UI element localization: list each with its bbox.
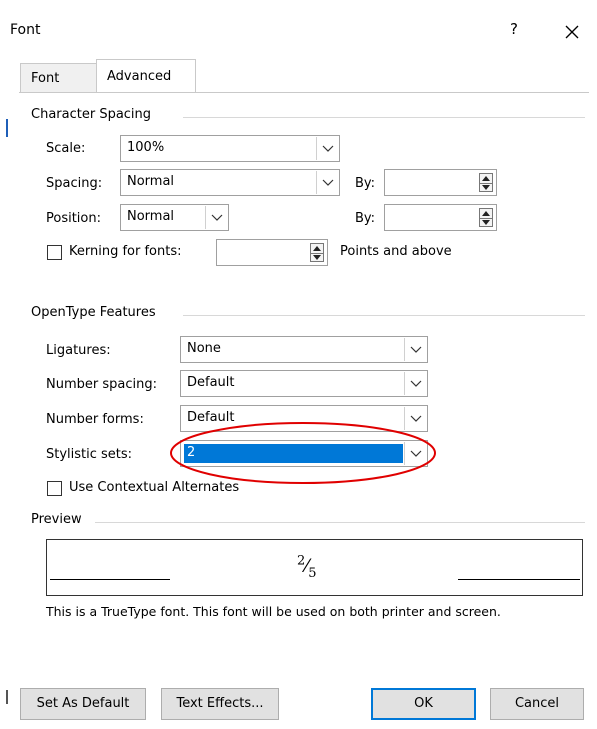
chevron-down-icon[interactable]	[404, 372, 426, 395]
position-by-label: By:	[355, 211, 376, 226]
ligatures-combo[interactable]: None	[180, 336, 428, 363]
stylistic-sets-label: Stylistic sets:	[46, 447, 133, 462]
tab-font[interactable]: Font	[20, 63, 96, 93]
tab-advanced-label: Advanced	[107, 69, 172, 84]
position-by-spinner[interactable]	[384, 204, 497, 231]
kerning-suffix: Points and above	[340, 244, 452, 259]
scale-label: Scale:	[46, 141, 86, 156]
number-spacing-combo[interactable]: Default	[180, 370, 428, 397]
kerning-spinner[interactable]	[216, 239, 328, 266]
number-forms-label: Number forms:	[46, 412, 144, 427]
close-button[interactable]	[558, 18, 586, 46]
set-as-default-button[interactable]: Set As Default	[20, 688, 146, 720]
position-label: Position:	[46, 211, 101, 226]
position-value: Normal	[127, 209, 175, 224]
preview-note: This is a TrueType font. This font will …	[46, 604, 501, 619]
tab-advanced[interactable]: Advanced	[96, 59, 196, 92]
spacing-by-label: By:	[355, 176, 376, 191]
spacing-combo[interactable]: Normal	[120, 169, 340, 196]
scale-value: 100%	[127, 140, 165, 155]
window-title: Font	[10, 22, 41, 38]
character-spacing-divider	[183, 117, 585, 118]
contextual-alternates-checkbox[interactable]	[47, 481, 62, 496]
ok-button[interactable]: OK	[371, 688, 476, 720]
close-icon	[565, 25, 579, 39]
window-edge-accent	[6, 119, 8, 137]
text-effects-button[interactable]: Text Effects...	[161, 688, 279, 720]
chevron-down-icon[interactable]	[316, 137, 338, 160]
number-spacing-label: Number spacing:	[46, 377, 157, 392]
spinner-arrows-icon[interactable]	[310, 243, 324, 262]
highlight-ellipse	[170, 422, 436, 484]
spinner-arrows-icon[interactable]	[479, 208, 493, 227]
spinner-arrows-icon[interactable]	[479, 173, 493, 192]
scale-combo[interactable]: 100%	[120, 135, 340, 162]
contextual-alternates-label[interactable]: Use Contextual Alternates	[69, 480, 239, 495]
chevron-down-icon[interactable]	[205, 206, 227, 229]
spacing-value: Normal	[127, 174, 175, 189]
spacing-label: Spacing:	[46, 176, 103, 191]
help-button[interactable]: ?	[502, 20, 526, 44]
character-spacing-title: Character Spacing	[31, 107, 158, 122]
preview-rule-left	[50, 579, 170, 580]
ligatures-value: None	[187, 341, 221, 356]
preview-rule-right	[458, 579, 580, 580]
kerning-checkbox[interactable]	[47, 245, 62, 260]
ligatures-label: Ligatures:	[46, 343, 111, 358]
position-combo[interactable]: Normal	[120, 204, 229, 231]
preview-sample: 2⁄5	[297, 553, 317, 581]
window-edge-mark	[6, 690, 8, 704]
chevron-down-icon[interactable]	[404, 338, 426, 361]
preview-title: Preview	[31, 512, 88, 527]
opentype-divider	[183, 315, 585, 316]
opentype-title: OpenType Features	[31, 305, 162, 320]
spacing-by-spinner[interactable]	[384, 169, 497, 196]
number-spacing-value: Default	[187, 375, 235, 390]
tab-font-label: Font	[31, 71, 60, 86]
kerning-label[interactable]: Kerning for fonts:	[69, 244, 182, 259]
chevron-down-icon[interactable]	[316, 171, 338, 194]
cancel-button[interactable]: Cancel	[490, 688, 584, 720]
preview-divider	[95, 522, 585, 523]
preview-denominator: 5	[308, 566, 317, 581]
